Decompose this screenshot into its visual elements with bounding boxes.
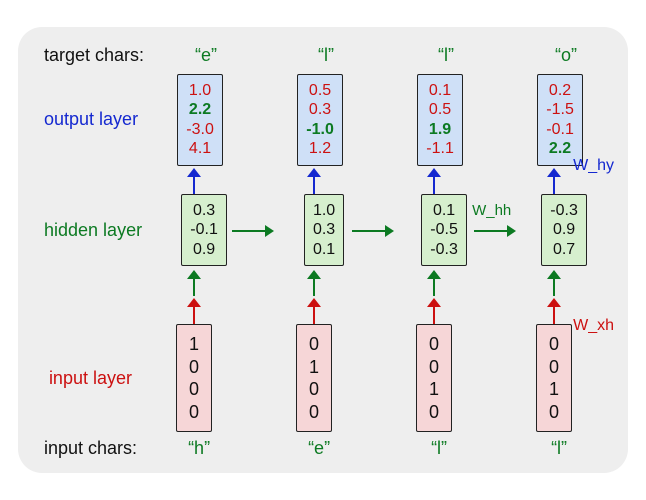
output-vector: 0.10.51.9-1.1: [417, 74, 463, 166]
arrow-right-icon: [474, 230, 508, 232]
arrow-up-icon: [424, 166, 444, 194]
arrow-up-icon: [304, 166, 324, 194]
w-hy-label: W_hy: [573, 157, 614, 175]
arrow-up-icon: [424, 296, 444, 324]
w-hh-label: W_hh: [472, 202, 511, 219]
target-char: “l”: [278, 45, 374, 66]
output-vector: 1.02.2-3.04.1: [177, 74, 223, 166]
arrow-up-icon: [544, 166, 564, 194]
output-vector: 0.50.3-1.01.2: [297, 74, 343, 166]
input-char: “l”: [511, 438, 607, 459]
target-char: “e”: [158, 45, 254, 66]
arrow-up-icon: [184, 268, 204, 296]
arrow-up-icon: [304, 268, 324, 296]
w-xh-label: W_xh: [573, 317, 614, 335]
input-vector: 0100: [296, 324, 332, 432]
input-vector: 0010: [536, 324, 572, 432]
output-vector: 0.2-1.5-0.12.2: [537, 74, 583, 166]
hidden-layer-label: hidden layer: [44, 220, 156, 241]
arrow-up-icon: [544, 268, 564, 296]
input-char: “l”: [391, 438, 487, 459]
input-layer-label: input layer: [44, 368, 146, 389]
input-vector: 1000: [176, 324, 212, 432]
target-char: “o”: [518, 45, 614, 66]
hidden-vector: -0.30.90.7: [541, 194, 587, 267]
arrow-up-icon: [424, 268, 444, 296]
arrow-up-icon: [544, 296, 564, 324]
arrow-up-icon: [304, 296, 324, 324]
input-chars-label: input chars:: [44, 438, 151, 459]
arrow-up-icon: [184, 296, 204, 324]
output-layer-label: output layer: [44, 109, 152, 130]
arrow-up-icon: [184, 166, 204, 194]
rnn-diagram: target chars: “e” “l” “l” “o” output lay…: [18, 27, 628, 474]
hidden-vector: 0.1-0.5-0.3: [421, 194, 467, 267]
input-char: “h”: [151, 438, 247, 459]
arrow-right-icon: [352, 230, 386, 232]
hidden-vector: 0.3-0.10.9: [181, 194, 227, 267]
arrow-right-icon: [232, 230, 266, 232]
input-vector: 0010: [416, 324, 452, 432]
hidden-vector: 1.00.30.1: [304, 194, 344, 267]
target-chars-label: target chars:: [44, 45, 158, 66]
input-char: “e”: [271, 438, 367, 459]
target-char: “l”: [398, 45, 494, 66]
